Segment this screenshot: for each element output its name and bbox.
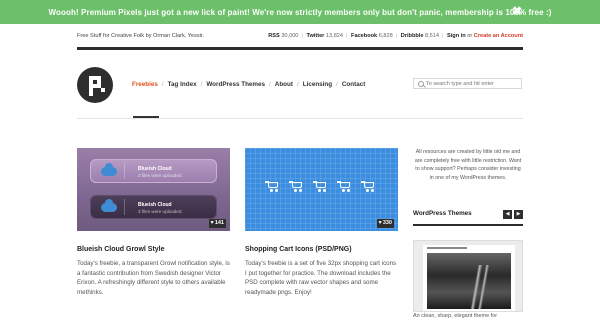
nav-divider: [77, 118, 523, 119]
stat-facebook-label[interactable]: Facebook: [351, 33, 377, 39]
post-excerpt: Today's freebie is a set of five 32px sh…: [245, 260, 397, 296]
stat-twitter-value: 13,824: [325, 33, 344, 39]
site-tagline: Free Stuff for Creative Folk by Orman Cl…: [77, 33, 205, 39]
stat-rss-label[interactable]: RSS: [268, 33, 280, 39]
nav-item-wordpress-themes[interactable]: WordPress Themes: [206, 81, 265, 88]
chevron-left-icon[interactable]: ◀: [503, 210, 512, 219]
likes-badge[interactable]: ♥141: [208, 219, 226, 228]
post-thumbnail[interactable]: ♥330: [245, 148, 398, 231]
heart-icon: ♥: [210, 220, 214, 226]
stat-dribbble-value: 8,514: [425, 33, 439, 39]
sign-in-link[interactable]: Sign in: [447, 33, 466, 39]
shopping-cart-icon: [289, 180, 304, 192]
post-excerpt: Today's freebie, a transparent Growl not…: [77, 260, 230, 296]
cloud-icon: [101, 163, 117, 176]
create-account-link[interactable]: Create an Account: [474, 33, 523, 39]
stat-twitter-label[interactable]: Twitter: [306, 33, 324, 39]
shopping-cart-icon: [337, 180, 352, 192]
shopping-cart-icon: [265, 180, 280, 192]
cart-icons-preview: [265, 180, 380, 194]
nav-item-about[interactable]: About: [275, 81, 293, 88]
post-thumbnail[interactable]: Blueish Cloud 3 files were uploaded. Blu…: [77, 148, 230, 231]
widget-divider: [413, 224, 523, 226]
theme-screenshot[interactable]: [413, 240, 523, 312]
widget-title: WordPress Themes: [413, 210, 472, 217]
likes-badge[interactable]: ♥330: [376, 219, 394, 228]
stat-facebook-value: 6,828: [378, 33, 393, 39]
header-divider: [77, 47, 523, 50]
growl-preview-dark: Blueish Cloud 3 files were uploaded.: [90, 195, 217, 219]
heart-icon: ♥: [378, 220, 382, 226]
social-stats: RSS 30,000 | Twitter 13,824 | Facebook 6,8…: [268, 33, 523, 39]
top-bar: Free Stuff for Creative Folk by Orman Cl…: [77, 33, 523, 45]
search-box[interactable]: [413, 78, 522, 89]
close-icon[interactable]: ✖: [512, 4, 522, 18]
shopping-cart-icon: [313, 180, 328, 192]
theme-caption: An clean, sharp, elegant theme for: [413, 313, 498, 319]
search-input[interactable]: [426, 79, 520, 88]
notice-message: Woooh! Premium Pixels just got a new lic…: [48, 8, 552, 17]
nav-item-licensing[interactable]: Licensing: [303, 81, 332, 88]
post-title[interactable]: Shopping Cart Icons (PSD/PNG): [245, 246, 352, 253]
growl-preview-light: Blueish Cloud 3 files were uploaded.: [90, 159, 217, 183]
shopping-cart-icon: [361, 180, 376, 192]
or-text: or: [467, 33, 473, 39]
main-nav: Freebies / Tag Index / WordPress Themes / Abou…: [132, 81, 366, 88]
search-icon: [418, 81, 424, 87]
post-title[interactable]: Blueish Cloud Growl Style: [77, 246, 165, 253]
stat-dribbble-label[interactable]: Dribbble: [401, 33, 424, 39]
logo-icon[interactable]: [77, 67, 113, 103]
nav-item-tag-index[interactable]: Tag Index: [168, 81, 197, 88]
sidebar-intro: All resources are created by little old …: [414, 149, 522, 181]
nav-item-contact[interactable]: Contact: [342, 81, 365, 88]
nav-item-freebies[interactable]: Freebies: [132, 81, 158, 88]
notice-bar: Woooh! Premium Pixels just got a new lic…: [0, 0, 600, 24]
stat-rss-value: 30,000: [281, 33, 299, 39]
chevron-right-icon[interactable]: ▶: [514, 210, 523, 219]
cloud-icon: [101, 199, 117, 212]
